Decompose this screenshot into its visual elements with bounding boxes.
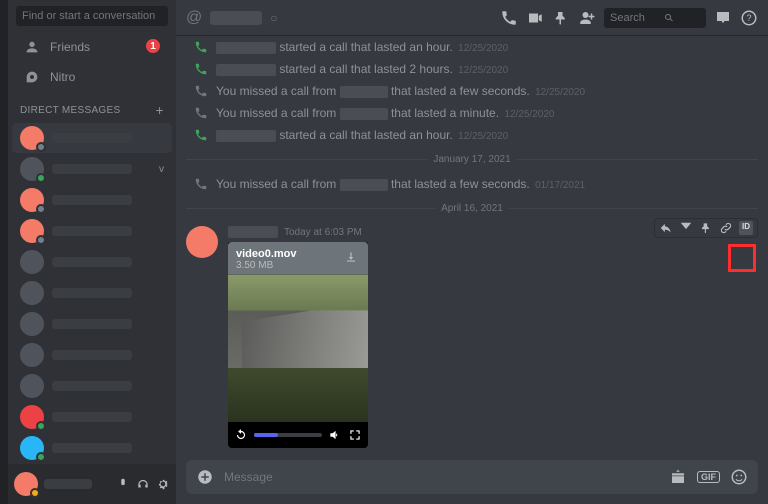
sidebar: Find or start a conversation Friends 1 N…: [8, 0, 176, 504]
message-hover-actions: ID: [654, 218, 758, 238]
download-button[interactable]: [342, 248, 360, 266]
fullscreen-icon[interactable]: [348, 428, 362, 442]
reply-icon[interactable]: [659, 221, 673, 235]
call-started-icon: [194, 62, 208, 76]
dm-item[interactable]: [12, 247, 172, 277]
message: Today at 6:03 PM video0.mov 3.50 MB: [186, 222, 758, 452]
copy-id-button[interactable]: ID: [739, 221, 753, 235]
add-friend-icon[interactable]: [578, 9, 596, 27]
start-voice-icon[interactable]: [500, 9, 518, 27]
attachment-header: video0.mov 3.50 MB: [228, 242, 368, 275]
nav-nitro[interactable]: Nitro: [14, 63, 170, 91]
start-video-icon[interactable]: [526, 9, 544, 27]
deafen-icon[interactable]: [136, 477, 150, 491]
replay-icon[interactable]: [234, 428, 248, 442]
dm-item[interactable]: [12, 123, 172, 153]
dm-item[interactable]: [12, 216, 172, 246]
dm-list: v: [8, 122, 176, 464]
volume-icon[interactable]: [328, 428, 342, 442]
call-missed-icon: [194, 106, 208, 120]
dm-item[interactable]: [12, 371, 172, 401]
call-event: You missed a call from that lasted a min…: [186, 102, 758, 124]
dm-item[interactable]: [12, 278, 172, 308]
call-event: You missed a call from that lasted a few…: [186, 80, 758, 102]
message-list: started a call that lasted an hour. 12/2…: [176, 36, 768, 460]
friends-badge: 1: [146, 39, 160, 53]
inbox-icon[interactable]: [714, 9, 732, 27]
attach-icon[interactable]: [196, 468, 214, 486]
call-started-icon: [194, 128, 208, 142]
header-search-input[interactable]: Search: [604, 8, 706, 28]
video-progress[interactable]: [254, 433, 322, 437]
guild-rail: [0, 0, 8, 504]
dm-search-input[interactable]: Find or start a conversation: [16, 6, 168, 26]
call-missed-icon: [194, 84, 208, 98]
channel-name: [210, 11, 262, 25]
attachment-size: 3.50 MB: [236, 260, 297, 271]
at-icon: @: [186, 9, 202, 27]
self-avatar[interactable]: [14, 472, 38, 496]
call-missed-icon: [194, 177, 208, 191]
dm-section-header: DIRECT MESSAGES +: [8, 92, 176, 122]
nav-friends-label: Friends: [50, 40, 90, 54]
dm-item[interactable]: [12, 340, 172, 370]
settings-icon[interactable]: [156, 477, 170, 491]
call-event: started a call that lasted an hour. 12/2…: [186, 124, 758, 146]
nav-friends[interactable]: Friends 1: [14, 33, 170, 61]
dm-item[interactable]: [12, 402, 172, 432]
call-event: started a call that lasted 2 hours. 12/2…: [186, 58, 758, 80]
call-event: started a call that lasted an hour. 12/2…: [186, 36, 758, 58]
dm-add-icon[interactable]: +: [156, 102, 164, 118]
download-highlight: [728, 244, 756, 272]
dm-item[interactable]: [12, 309, 172, 339]
date-divider: January 17, 2021: [186, 154, 758, 165]
call-started-icon: [194, 40, 208, 54]
friends-icon: [24, 39, 40, 55]
dm-item[interactable]: [12, 433, 172, 463]
help-icon[interactable]: ?: [740, 9, 758, 27]
react-icon[interactable]: [679, 221, 693, 235]
dm-item[interactable]: v: [12, 154, 172, 184]
gift-icon[interactable]: [669, 468, 687, 486]
mute-icon[interactable]: [116, 477, 130, 491]
emoji-icon[interactable]: [730, 468, 748, 486]
gif-button[interactable]: GIF: [697, 471, 720, 483]
chat-input-bar: Message GIF: [186, 460, 758, 494]
svg-text:?: ?: [746, 13, 751, 23]
self-name: [44, 479, 92, 489]
call-event: You missed a call from that lasted a few…: [186, 173, 758, 195]
nitro-icon: [24, 69, 40, 85]
chat-input[interactable]: Message: [224, 470, 659, 484]
status-indicator: ○: [270, 11, 277, 25]
pinned-icon[interactable]: [552, 9, 570, 27]
attachment-filename: video0.mov: [236, 248, 297, 260]
dm-item[interactable]: [12, 185, 172, 215]
message-timestamp: Today at 6:03 PM: [284, 227, 362, 238]
link-icon[interactable]: [719, 221, 733, 235]
message-avatar[interactable]: [186, 226, 218, 258]
channel-header: @ ○ Search ?: [176, 0, 768, 36]
main: @ ○ Search ? started a call that lasted …: [176, 0, 768, 504]
pin-icon[interactable]: [699, 221, 713, 235]
search-placeholder: Search: [610, 12, 645, 24]
date-divider: April 16, 2021: [186, 203, 758, 214]
user-panel: [8, 464, 176, 504]
search-icon: [663, 12, 675, 24]
message-author[interactable]: [228, 226, 278, 238]
chevron-down-icon: v: [159, 164, 164, 175]
download-icon: [344, 250, 358, 264]
video-controls: [228, 422, 368, 448]
dm-header-label: DIRECT MESSAGES: [20, 105, 120, 116]
nav-nitro-label: Nitro: [50, 70, 75, 84]
